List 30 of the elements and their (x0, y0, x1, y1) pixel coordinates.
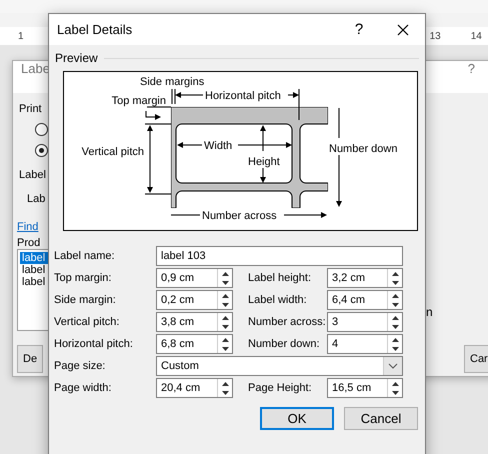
field-label: Label width: (247, 294, 308, 306)
field-label: Page size: (54, 360, 106, 372)
field-label: Page width: (54, 382, 112, 394)
field-label: Vertical pitch: (54, 316, 120, 328)
section-label: Print (19, 103, 42, 115)
label-text: Lab (27, 193, 46, 205)
field-label: Side margin: (54, 294, 117, 306)
field-label: Top margin: (54, 272, 112, 284)
field-label: Page Height: (247, 382, 313, 394)
field-label: Label name: (54, 250, 116, 262)
ruler-number: 14 (470, 30, 482, 42)
label-text: n (426, 305, 433, 319)
side-margins-label: Side margins (140, 76, 204, 88)
horizontal-pitch-label: Horizontal pitch (205, 90, 281, 102)
preview-heading: Preview (55, 51, 98, 65)
field-label: Number down: (247, 338, 321, 350)
section-label: Label (19, 169, 46, 181)
number-down-label: Number down (329, 143, 398, 155)
field-label: Horizontal pitch: (54, 338, 134, 350)
number-across-label: Number across (202, 210, 277, 222)
dialog-title: Label Details (57, 22, 134, 37)
top-margin-label: Top margin (112, 95, 166, 107)
ruler-number: 1 (17, 30, 24, 42)
height-label: Height (248, 156, 280, 168)
vertical-pitch-label: Vertical pitch (82, 146, 144, 158)
width-label: Width (204, 140, 232, 152)
ruler-number: 13 (428, 30, 441, 42)
section-label: Prod (17, 237, 40, 249)
field-label: Label height: (247, 272, 312, 284)
field-label: Number across: (247, 316, 327, 328)
